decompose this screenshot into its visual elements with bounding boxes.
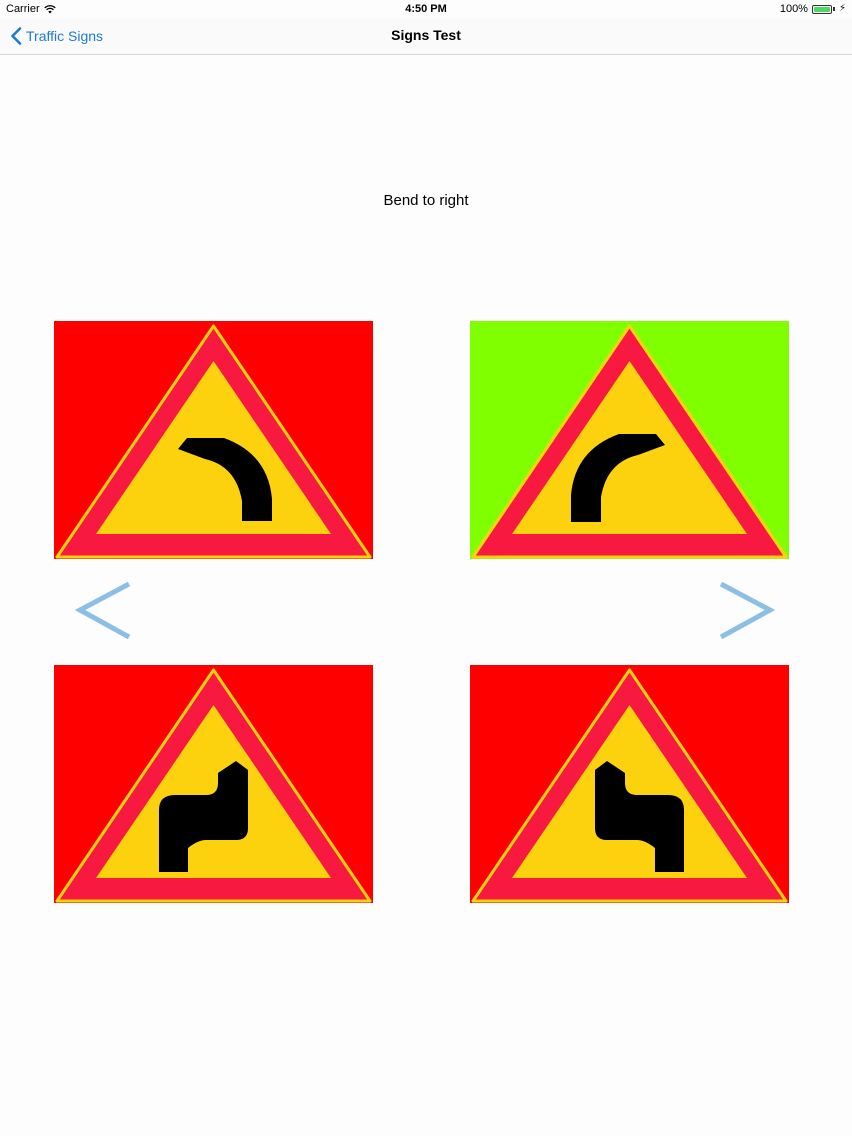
chevron-left-icon (74, 581, 131, 640)
answer-option-bend-right[interactable] (470, 321, 789, 559)
answer-option-double-bend-right[interactable] (54, 665, 373, 903)
navigation-bar: Traffic Signs Signs Test (0, 18, 852, 55)
answer-option-bend-left[interactable] (54, 321, 373, 559)
battery-percent: 100% (779, 3, 808, 15)
previous-arrow-button[interactable] (74, 581, 132, 645)
page-title: Signs Test (391, 27, 461, 43)
status-time: 4:50 PM (405, 3, 447, 15)
question-text: Bend to right (383, 192, 469, 209)
charging-icon: ⚡ (838, 3, 846, 14)
status-bar: Carrier 4:50 PM 100% ⚡ (0, 0, 852, 18)
battery-icon (811, 4, 832, 14)
status-right: 100% ⚡ (780, 0, 846, 18)
answer-option-double-bend-left[interactable] (470, 665, 789, 903)
chevron-right-icon (719, 581, 776, 640)
next-arrow-button[interactable] (718, 581, 776, 645)
